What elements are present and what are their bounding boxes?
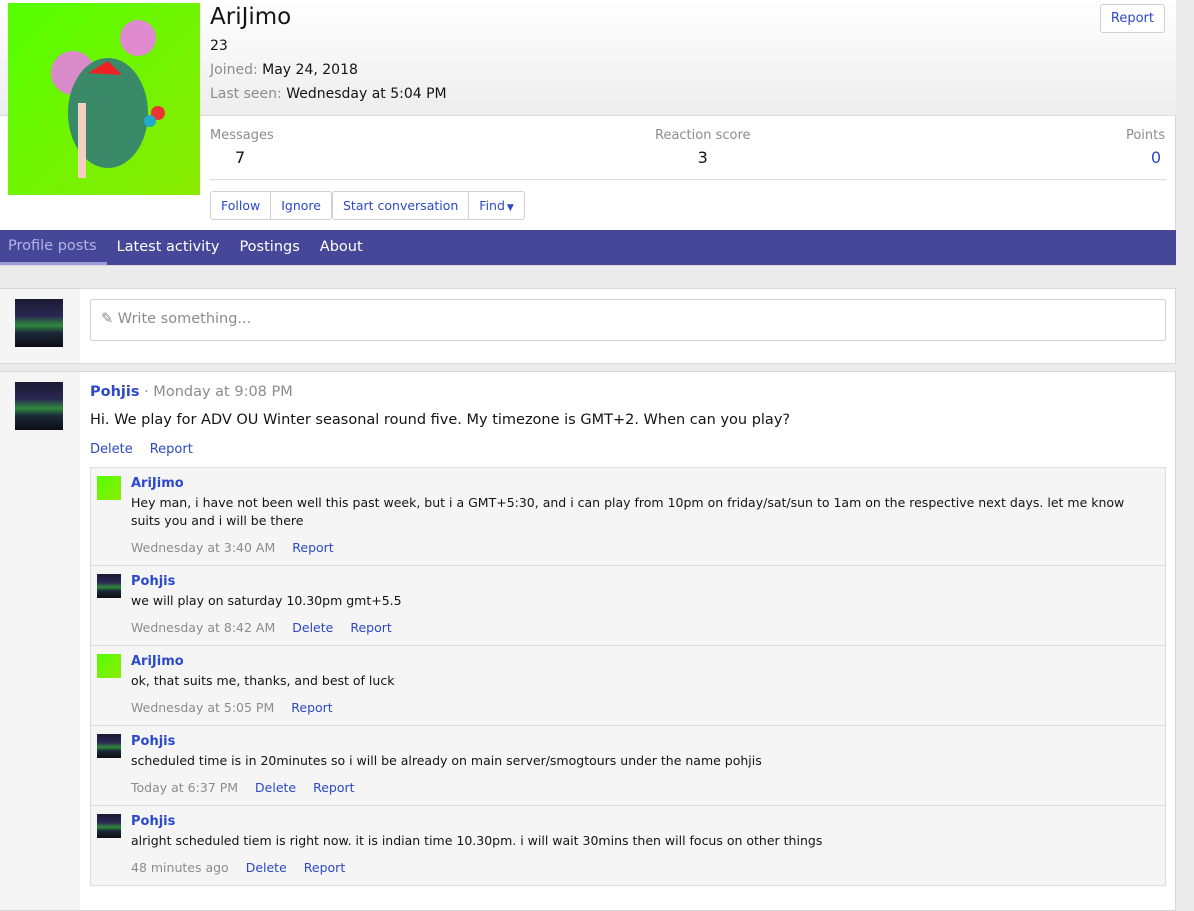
- comment-author[interactable]: AriJimo: [131, 476, 1155, 491]
- comment-author[interactable]: Pohjis: [131, 574, 1155, 589]
- comment: AriJimo Hey man, i have not been well th…: [91, 468, 1165, 566]
- comment-author[interactable]: Pohjis: [131, 734, 1155, 749]
- delete-comment-link[interactable]: Delete: [246, 860, 287, 875]
- stat-value[interactable]: 0: [1126, 148, 1165, 167]
- user-title: 23: [210, 38, 228, 54]
- comment-avatar[interactable]: [97, 574, 121, 598]
- profile-tabs: Profile posts Latest activity Postings A…: [0, 230, 1176, 265]
- comment-time[interactable]: Wednesday at 5:05 PM: [131, 700, 274, 715]
- composer-block: ✎ Write something...: [0, 288, 1176, 364]
- profile-post: Pohjis · Monday at 9:08 PM Hi. We play f…: [0, 371, 1176, 911]
- report-comment-link[interactable]: Report: [350, 620, 391, 635]
- stat-label: Points: [1125, 128, 1165, 143]
- follow-ignore-group: Follow Ignore: [210, 191, 332, 220]
- comment-actions: Wednesday at 8:42 AM Delete Report: [131, 620, 1155, 635]
- report-comment-link[interactable]: Report: [291, 700, 332, 715]
- comment: Pohjis we will play on saturday 10.30pm …: [91, 566, 1165, 646]
- start-conversation-button[interactable]: Start conversation: [333, 192, 470, 219]
- post-author[interactable]: Pohjis: [90, 384, 139, 400]
- post-author-avatar[interactable]: [15, 382, 63, 430]
- joined-label: Joined:: [210, 62, 258, 78]
- comment-text: we will play on saturday 10.30pm gmt+5.5: [131, 593, 402, 608]
- tab-latest-activity[interactable]: Latest activity: [107, 230, 230, 265]
- last-seen-info: Last seen: Wednesday at 5:04 PM: [210, 86, 447, 102]
- last-seen-label: Last seen:: [210, 86, 282, 102]
- follow-button[interactable]: Follow: [211, 192, 272, 219]
- conversation-find-group: Start conversation Find ▼: [332, 191, 525, 220]
- comment-avatar[interactable]: [97, 814, 121, 838]
- delete-post-link[interactable]: Delete: [90, 442, 133, 457]
- stat-label: Reaction score: [655, 128, 751, 143]
- comment-time[interactable]: 48 minutes ago: [131, 860, 229, 875]
- post-actions: Delete Report: [90, 442, 210, 457]
- comment-text: alright scheduled tiem is right now. it …: [131, 833, 823, 848]
- composer-avatar-column: [0, 289, 80, 363]
- comment-actions: Today at 6:37 PM Delete Report: [131, 780, 1155, 795]
- comment-author[interactable]: AriJimo: [131, 654, 1155, 669]
- caret-down-icon: ▼: [506, 203, 514, 213]
- delete-comment-link[interactable]: Delete: [255, 780, 296, 795]
- comments-list: AriJimo Hey man, i have not been well th…: [90, 467, 1166, 886]
- stat-label: Messages: [210, 128, 274, 143]
- comment-actions: 48 minutes ago Delete Report: [131, 860, 1155, 875]
- report-post-link[interactable]: Report: [150, 442, 193, 457]
- comment-avatar[interactable]: [97, 654, 121, 678]
- comment-avatar[interactable]: [97, 476, 121, 500]
- current-user-avatar[interactable]: [15, 299, 63, 347]
- delete-comment-link[interactable]: Delete: [292, 620, 333, 635]
- cactus-avatar-icon: [51, 20, 165, 178]
- report-comment-link[interactable]: Report: [313, 780, 354, 795]
- comment-avatar[interactable]: [97, 734, 121, 758]
- stat-reaction-score: Reaction score 3: [655, 128, 751, 167]
- profile-avatar[interactable]: [8, 3, 200, 195]
- ignore-button[interactable]: Ignore: [271, 192, 331, 219]
- stat-value[interactable]: 3: [655, 148, 751, 167]
- write-something-input[interactable]: ✎ Write something...: [90, 299, 1166, 341]
- comment-time[interactable]: Today at 6:37 PM: [131, 780, 238, 795]
- comment-text: ok, that suits me, thanks, and best of l…: [131, 673, 395, 688]
- find-dropdown[interactable]: Find ▼: [469, 192, 524, 219]
- username: AriJimo: [210, 4, 292, 30]
- post-avatar-column: [0, 372, 80, 910]
- comment-text: scheduled time is in 20minutes so i will…: [131, 753, 762, 768]
- stat-value[interactable]: 7: [210, 148, 274, 167]
- profile-header: AriJimo 23 Joined: May 24, 2018 Last see…: [0, 0, 1176, 266]
- comment-text: Hey man, i have not been well this past …: [131, 495, 1125, 528]
- post-meta: Pohjis · Monday at 9:08 PM: [90, 384, 293, 400]
- comment-actions: Wednesday at 3:40 AM Report: [131, 540, 1155, 555]
- comment: AriJimo ok, that suits me, thanks, and b…: [91, 646, 1165, 726]
- joined-info: Joined: May 24, 2018: [210, 62, 358, 78]
- comment-time[interactable]: Wednesday at 3:40 AM: [131, 540, 275, 555]
- composer-placeholder: Write something...: [117, 311, 252, 327]
- comment-time[interactable]: Wednesday at 8:42 AM: [131, 620, 275, 635]
- stat-messages: Messages 7: [210, 128, 274, 167]
- comment-actions: Wednesday at 5:05 PM Report: [131, 700, 1155, 715]
- tab-about[interactable]: About: [310, 230, 373, 265]
- divider: [210, 179, 1166, 180]
- post-time[interactable]: · Monday at 9:08 PM: [144, 384, 293, 400]
- post-text: Hi. We play for ADV OU Winter seasonal r…: [90, 412, 791, 428]
- comment: Pohjis alright scheduled tiem is right n…: [91, 806, 1165, 886]
- report-user-button[interactable]: Report: [1099, 4, 1165, 33]
- tab-postings[interactable]: Postings: [229, 230, 309, 265]
- report-comment-link[interactable]: Report: [304, 860, 345, 875]
- comment-author[interactable]: Pohjis: [131, 814, 1155, 829]
- stat-points: Points 0: [1126, 128, 1165, 167]
- last-seen-value: Wednesday at 5:04 PM: [286, 86, 447, 102]
- report-comment-link[interactable]: Report: [292, 540, 333, 555]
- pencil-icon: ✎: [101, 311, 114, 327]
- comment: Pohjis scheduled time is in 20minutes so…: [91, 726, 1165, 806]
- joined-date: May 24, 2018: [262, 62, 358, 78]
- find-label: Find: [479, 198, 505, 213]
- tab-profile-posts[interactable]: Profile posts: [0, 230, 107, 265]
